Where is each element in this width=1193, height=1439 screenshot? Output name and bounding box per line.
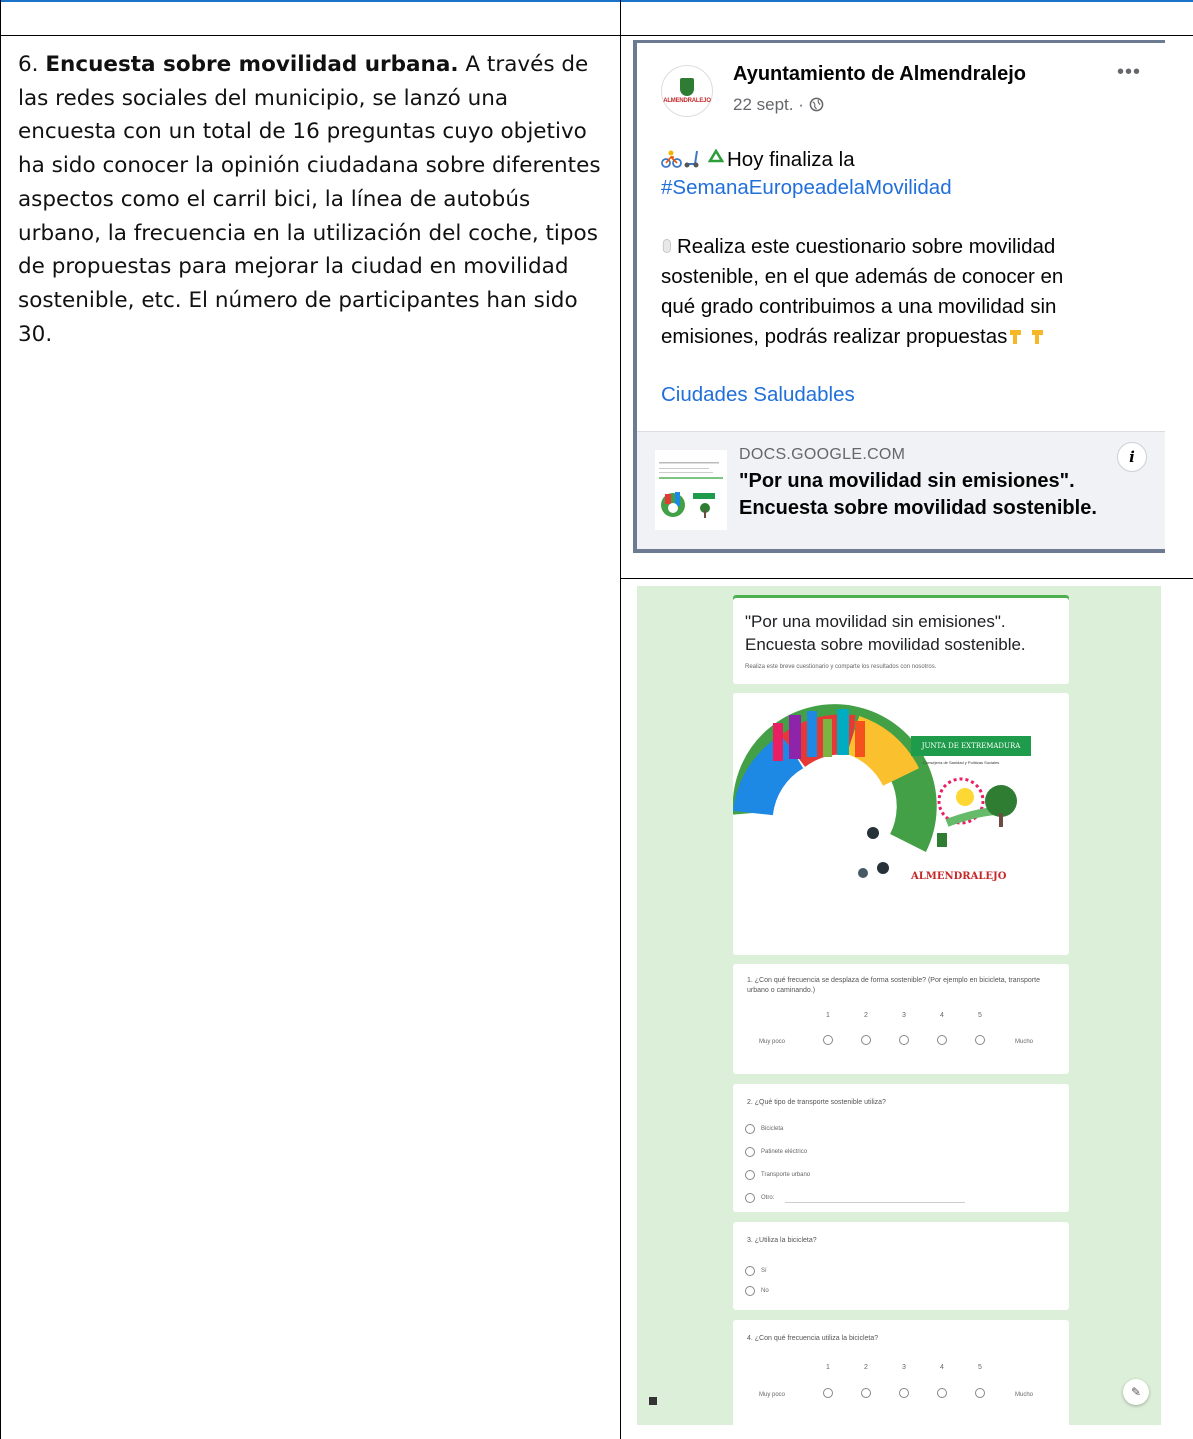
scale-max-label: Mucho	[1015, 1392, 1034, 1398]
scale-number: 5	[978, 1012, 982, 1019]
junta-logo-text: JUNTA DE EXTREMADURA	[911, 736, 1031, 756]
option-label: Patinete eléctrico	[761, 1149, 808, 1155]
item-heading: Encuesta sobre movilidad urbana.	[45, 52, 459, 77]
option-radio[interactable]	[745, 1170, 755, 1180]
post-para-line-2: sostenible, en el que además de conocer …	[661, 265, 1064, 288]
page-name[interactable]: Ayuntamiento de Almendralejo	[733, 63, 1026, 86]
mobility-banner-image	[733, 704, 1017, 878]
info-icon[interactable]: i	[1117, 442, 1147, 472]
post-line-1-text: Hoy finaliza la	[727, 148, 855, 171]
question-4-text: 4. ¿Con qué frecuencia utiliza la bicicl…	[747, 1335, 879, 1342]
form-banner-card: JUNTA DE EXTREMADURA Consejería de Sanid…	[733, 693, 1069, 955]
item-body: A través de las redes sociales del munic…	[18, 52, 601, 347]
scale-min-label: Muy poco	[759, 1039, 786, 1045]
consejeria-text: Consejería de Sanidad y Políticas Social…	[923, 760, 1000, 765]
form-title-line-2: Encuesta sobre movilidad sostenible.	[745, 635, 1026, 654]
scale-radio[interactable]	[823, 1035, 833, 1045]
post-date[interactable]: 22 sept. ·	[733, 95, 809, 114]
scale-radio[interactable]	[937, 1035, 947, 1045]
link-title-line-1: "Por una movilidad sin emisiones".	[739, 470, 1075, 492]
option-label: Sí	[761, 1268, 767, 1274]
globe-icon	[809, 97, 823, 112]
option-label: Bicicleta	[761, 1126, 784, 1132]
report-flag-icon[interactable]	[649, 1397, 657, 1405]
link-title: "Por una movilidad sin emisiones". Encue…	[739, 468, 1097, 522]
scale-number: 1	[826, 1012, 830, 1019]
scale-radio[interactable]	[861, 1035, 871, 1045]
question-3-text: 3. ¿Utiliza la bicicleta?	[747, 1237, 817, 1244]
question-1-text: 1. ¿Con qué frecuencia se desplaza de fo…	[747, 977, 1040, 994]
question-card-1: 1. ¿Con qué frecuencia se desplaza de fo…	[733, 964, 1069, 1074]
para-line-4-text: emisiones, podrás realizar propuestas	[661, 325, 1008, 348]
option-label: Transporte urbano	[761, 1172, 811, 1178]
scale-radio[interactable]	[937, 1388, 947, 1398]
group-link[interactable]: Ciudades Saludables	[661, 383, 855, 407]
link-thumbnail	[655, 450, 727, 530]
scale-number: 3	[902, 1364, 906, 1371]
form-title-line-1: "Por una movilidad sin emisiones".	[745, 612, 1006, 631]
scale-radio[interactable]	[861, 1388, 871, 1398]
table-header-bottom-rule	[0, 35, 1193, 36]
link-title-line-2: Encuesta sobre movilidad sostenible.	[739, 497, 1097, 519]
scale-number: 4	[940, 1364, 944, 1371]
option-label: Otro:	[761, 1195, 775, 1201]
option-radio[interactable]	[745, 1124, 755, 1134]
scale-number: 4	[940, 1012, 944, 1019]
post-para-line-3: qué grado contribuimos a una movilidad s…	[661, 295, 1057, 318]
scale-number: 2	[864, 1364, 868, 1371]
post-para-line-4: emisiones, podrás realizar propuestas	[661, 325, 1051, 349]
other-text-field[interactable]	[785, 1202, 965, 1203]
form-description: Realiza este breve cuestionario y compar…	[745, 664, 937, 670]
crest-icon	[680, 78, 694, 96]
option-radio[interactable]	[745, 1147, 755, 1157]
option-radio[interactable]	[745, 1266, 755, 1276]
pointing-down-emoji-icon	[1010, 330, 1022, 344]
scale-min-label: Muy poco	[759, 1392, 786, 1398]
page-avatar[interactable]: ALMENDRALEJO	[661, 65, 713, 117]
mouse-emoji-icon	[662, 239, 671, 253]
post-meta: 22 sept. ·	[733, 95, 824, 115]
more-options-icon[interactable]: •••	[1117, 61, 1141, 84]
scale-number: 3	[902, 1012, 906, 1019]
hashtag-link[interactable]: #SemanaEuropeadelaMovilidad	[661, 176, 952, 200]
form-title: "Por una movilidad sin emisiones". Encue…	[745, 610, 1026, 656]
scale-radio[interactable]	[899, 1035, 909, 1045]
bicycle-emoji-icon	[661, 150, 682, 168]
para-line-1-text: Realiza este cuestionario sobre movilida…	[677, 235, 1056, 258]
table-top-border	[0, 0, 1193, 2]
question-card-3: 3. ¿Utiliza la bicicleta? Sí No	[733, 1222, 1069, 1310]
item-number: 6.	[18, 52, 46, 77]
almendralejo-logo-text: ALMENDRALEJO	[911, 871, 1007, 882]
link-domain: DOCS.GOOGLE.COM	[739, 446, 906, 463]
recycle-emoji-icon	[707, 149, 725, 163]
scale-max-label: Mucho	[1015, 1039, 1034, 1045]
scale-number: 2	[864, 1012, 868, 1019]
option-radio[interactable]	[745, 1193, 755, 1203]
scooter-emoji-icon	[684, 150, 699, 168]
table-right-row-divider	[620, 578, 1193, 579]
pencil-edit-icon[interactable]: ✎	[1123, 1379, 1149, 1405]
scale-radio[interactable]	[975, 1035, 985, 1045]
table-left-border	[0, 0, 1, 1439]
scale-radio[interactable]	[975, 1388, 985, 1398]
question-2-text: 2. ¿Qué tipo de transporte sostenible ut…	[747, 1099, 886, 1106]
survey-description-paragraph: 6. Encuesta sobre movilidad urbana. A tr…	[18, 48, 608, 351]
option-radio[interactable]	[745, 1286, 755, 1296]
post-line-1: Hoy finaliza la	[661, 148, 855, 172]
option-label: No	[761, 1288, 769, 1294]
question-card-2: 2. ¿Qué tipo de transporte sostenible ut…	[733, 1084, 1069, 1212]
avatar-brand: ALMENDRALEJO	[663, 98, 711, 104]
form-header-card: "Por una movilidad sin emisiones". Encue…	[733, 598, 1069, 684]
scale-radio[interactable]	[823, 1388, 833, 1398]
question-card-4: 4. ¿Con qué frecuencia utiliza la bicicl…	[733, 1320, 1069, 1425]
google-form-screenshot: "Por una movilidad sin emisiones". Encue…	[637, 586, 1161, 1425]
post-para-line-1: Realiza este cuestionario sobre movilida…	[661, 235, 1055, 259]
scale-number: 5	[978, 1364, 982, 1371]
link-preview-card[interactable]: DOCS.GOOGLE.COM "Por una movilidad sin e…	[637, 431, 1165, 549]
facebook-post: ALMENDRALEJO Ayuntamiento de Almendralej…	[633, 40, 1165, 553]
scale-number: 1	[826, 1364, 830, 1371]
table-column-divider	[620, 0, 621, 1439]
scale-radio[interactable]	[899, 1388, 909, 1398]
pointing-down-emoji-icon	[1032, 330, 1044, 344]
